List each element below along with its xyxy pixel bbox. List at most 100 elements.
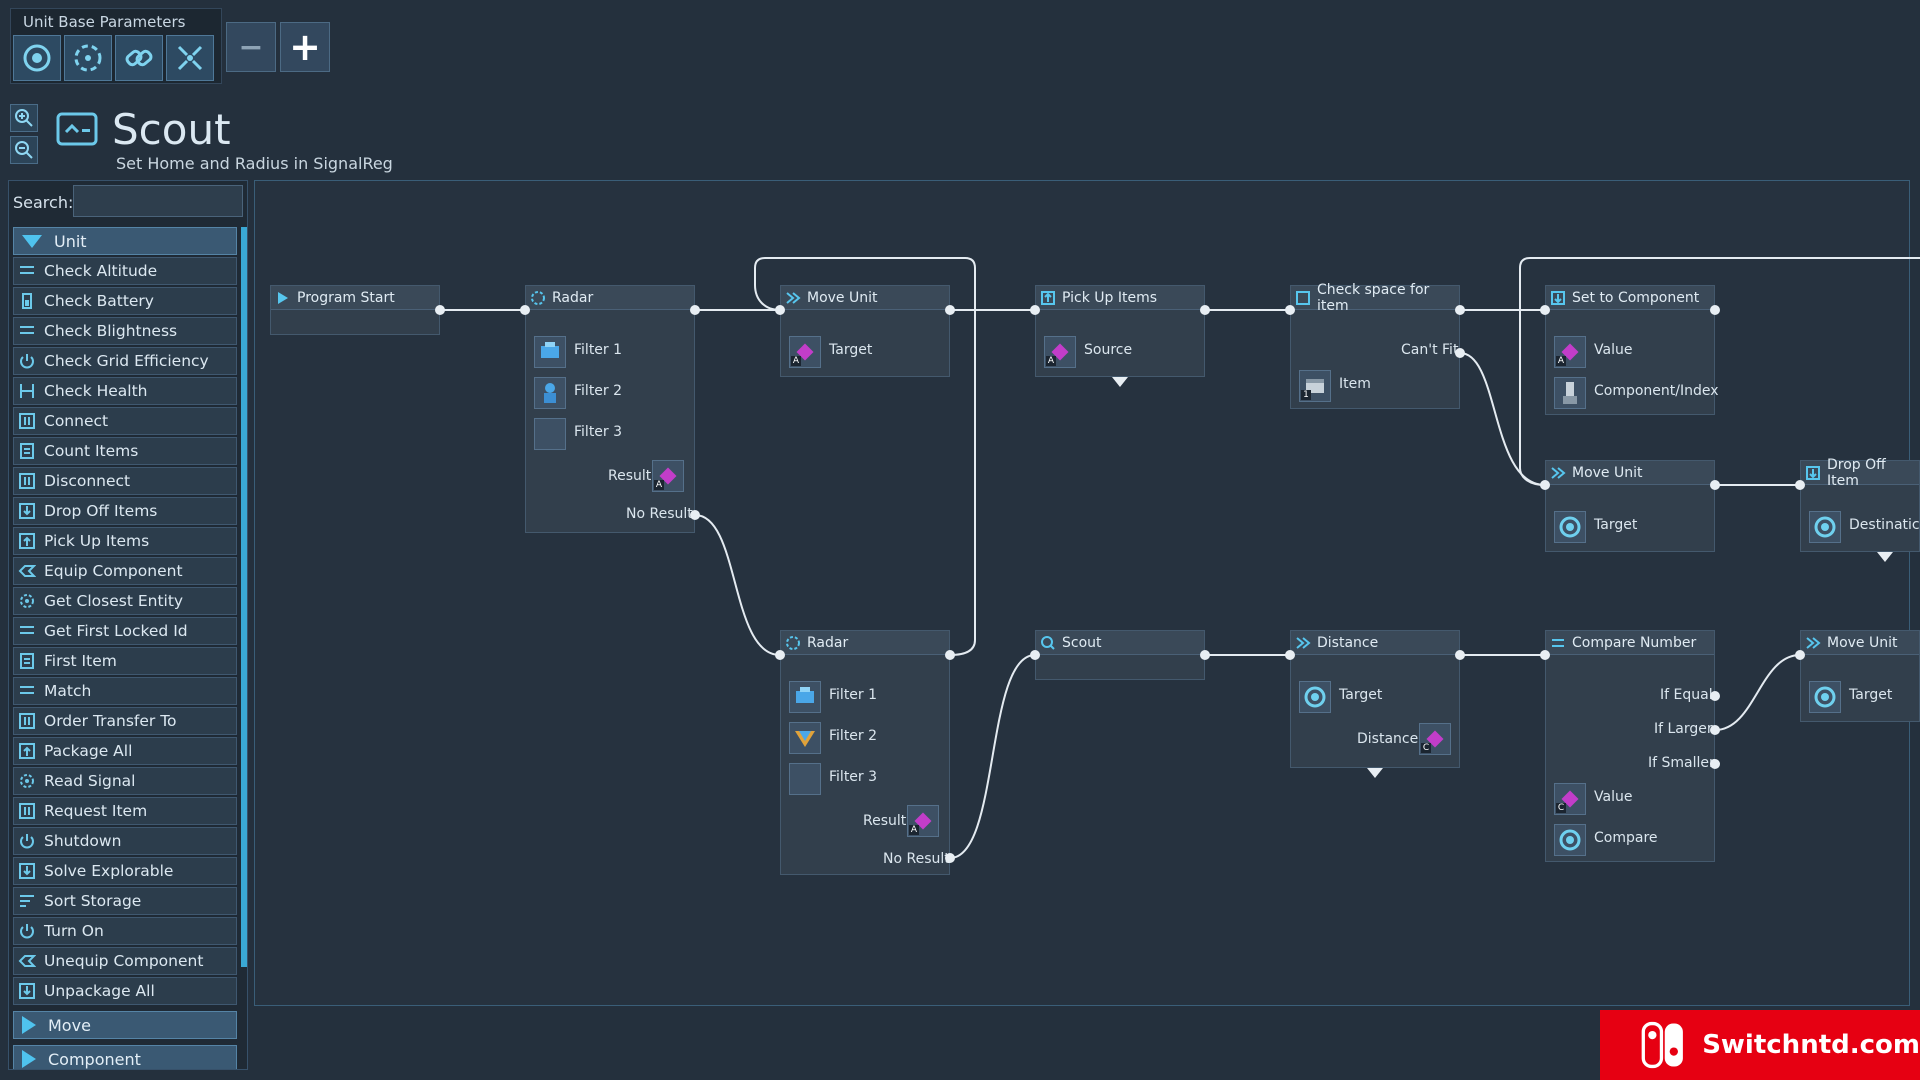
- sidebar-item-disconnect[interactable]: Disconnect: [13, 467, 237, 495]
- sidebar-item-sort-storage[interactable]: Sort Storage: [13, 887, 237, 915]
- exec-port[interactable]: [1540, 305, 1550, 315]
- if-smaller-port[interactable]: [1710, 759, 1720, 769]
- sidebar-item-check-grid-efficiency[interactable]: Check Grid Efficiency: [13, 347, 237, 375]
- sidebar-item-package-all[interactable]: Package All: [13, 737, 237, 765]
- sidebar-item-check-altitude[interactable]: Check Altitude: [13, 257, 237, 285]
- remove-param-button[interactable]: −: [226, 22, 276, 72]
- node-set-to-component[interactable]: Set to Component A Value Component/Index: [1545, 285, 1719, 415]
- no-result-port[interactable]: [945, 853, 955, 863]
- exec-port[interactable]: [1200, 650, 1210, 660]
- filter-3-slot[interactable]: [789, 763, 821, 795]
- exec-port[interactable]: [945, 305, 955, 315]
- category-component[interactable]: Component: [13, 1045, 237, 1069]
- zoom-in-button[interactable]: [10, 104, 38, 132]
- component-slot[interactable]: [1554, 377, 1586, 409]
- exec-port[interactable]: [1285, 305, 1295, 315]
- node-scout[interactable]: Scout: [1035, 630, 1205, 680]
- zoom-out-button[interactable]: [10, 136, 38, 164]
- node-compare-number[interactable]: Compare Number If Equal If Larger If Sma…: [1545, 630, 1715, 862]
- sidebar-item-check-blightness[interactable]: Check Blightness: [13, 317, 237, 345]
- sidebar-item-pick-up-items[interactable]: Pick Up Items: [13, 527, 237, 555]
- sidebar-item-request-item[interactable]: Request Item: [13, 797, 237, 825]
- node-move-unit-3[interactable]: Move Unit Target: [1800, 630, 1920, 722]
- sidebar-item-unpackage-all[interactable]: Unpackage All: [13, 977, 237, 1005]
- sidebar-item-get-closest-entity[interactable]: Get Closest Entity: [13, 587, 237, 615]
- sidebar-item-solve-explorable[interactable]: Solve Explorable: [13, 857, 237, 885]
- node-radar-1[interactable]: Radar Filter 1 Filter 2 Filter 3 Result …: [525, 285, 695, 533]
- category-move[interactable]: Move: [13, 1011, 237, 1039]
- sidebar-item-connect[interactable]: Connect: [13, 407, 237, 435]
- node-pick-up-items[interactable]: Pick Up Items A Source: [1035, 285, 1205, 377]
- node-distance[interactable]: Distance Target Distance C: [1290, 630, 1460, 768]
- exec-port[interactable]: [1540, 480, 1550, 490]
- node-check-space[interactable]: Check space for item Can't Fit 1 Item: [1290, 282, 1460, 409]
- exec-port[interactable]: [1795, 650, 1805, 660]
- sidebar-item-read-signal[interactable]: Read Signal: [13, 767, 237, 795]
- node-move-unit-2[interactable]: Move Unit Target: [1545, 460, 1715, 552]
- param-unit-button[interactable]: [13, 35, 61, 81]
- param-radar-button[interactable]: [64, 35, 112, 81]
- filter-1-slot[interactable]: [534, 336, 566, 368]
- node-move-unit-1[interactable]: Move Unit A Target: [780, 285, 950, 377]
- exec-port[interactable]: [775, 650, 785, 660]
- if-equal-port[interactable]: [1710, 691, 1720, 701]
- target-slot[interactable]: [1554, 511, 1586, 543]
- sidebar-item-first-item[interactable]: First Item: [13, 647, 237, 675]
- exec-port[interactable]: [1200, 305, 1210, 315]
- filter-2-slot[interactable]: [534, 377, 566, 409]
- filter-3-slot[interactable]: [534, 418, 566, 450]
- exec-port[interactable]: [1285, 650, 1295, 660]
- destination-slot[interactable]: [1809, 511, 1841, 543]
- target-slot[interactable]: A: [789, 336, 821, 368]
- param-link-button[interactable]: [115, 35, 163, 81]
- target-slot[interactable]: [1809, 681, 1841, 713]
- exec-port[interactable]: [1455, 650, 1465, 660]
- expand-arrow-icon[interactable]: [1367, 768, 1383, 778]
- exec-port[interactable]: [690, 305, 700, 315]
- exec-port[interactable]: [1710, 480, 1720, 490]
- node-radar-2[interactable]: Radar Filter 1 Filter 2 Filter 3 Result …: [780, 630, 950, 875]
- filter-2-slot[interactable]: [789, 722, 821, 754]
- param-scatter-button[interactable]: [166, 35, 214, 81]
- exec-port[interactable]: [1540, 650, 1550, 660]
- sidebar-item-unequip-component[interactable]: Unequip Component: [13, 947, 237, 975]
- sidebar-item-check-battery[interactable]: Check Battery: [13, 287, 237, 315]
- sidebar-item-turn-on[interactable]: Turn On: [13, 917, 237, 945]
- no-result-port[interactable]: [690, 510, 700, 520]
- node-program-start[interactable]: Program Start: [270, 285, 440, 335]
- compare-slot[interactable]: [1554, 824, 1586, 856]
- sidebar-item-count-items[interactable]: Count Items: [13, 437, 237, 465]
- exec-port[interactable]: [945, 650, 955, 660]
- exec-port[interactable]: [520, 305, 530, 315]
- exec-port[interactable]: [775, 305, 785, 315]
- node-drop-off-item[interactable]: Drop Off Item Destinatic: [1800, 457, 1920, 552]
- sidebar-item-match[interactable]: Match: [13, 677, 237, 705]
- sidebar-item-check-health[interactable]: Check Health: [13, 377, 237, 405]
- exec-port[interactable]: [1455, 305, 1465, 315]
- expand-arrow-icon[interactable]: [1877, 552, 1893, 562]
- result-register-slot[interactable]: A: [652, 460, 684, 492]
- source-slot[interactable]: A: [1044, 336, 1076, 368]
- value-slot[interactable]: C: [1554, 783, 1586, 815]
- item-slot[interactable]: 1: [1299, 370, 1331, 402]
- target-slot[interactable]: [1299, 681, 1331, 713]
- sidebar-item-equip-component[interactable]: Equip Component: [13, 557, 237, 585]
- sidebar-item-order-transfer-to[interactable]: Order Transfer To: [13, 707, 237, 735]
- value-slot[interactable]: A: [1554, 336, 1586, 368]
- expand-arrow-icon[interactable]: [1112, 377, 1128, 387]
- filter-1-slot[interactable]: [789, 681, 821, 713]
- if-larger-port[interactable]: [1710, 725, 1720, 735]
- distance-register-slot[interactable]: C: [1419, 723, 1451, 755]
- exec-port[interactable]: [1795, 480, 1805, 490]
- exec-port[interactable]: [435, 305, 445, 315]
- add-param-button[interactable]: +: [280, 22, 330, 72]
- exec-port[interactable]: [1710, 305, 1720, 315]
- sidebar-item-shutdown[interactable]: Shutdown: [13, 827, 237, 855]
- sidebar-item-get-first-locked-id[interactable]: Get First Locked Id: [13, 617, 237, 645]
- search-input[interactable]: [73, 185, 243, 217]
- result-register-slot[interactable]: A: [907, 805, 939, 837]
- sidebar-item-drop-off-items[interactable]: Drop Off Items: [13, 497, 237, 525]
- category-unit[interactable]: Unit: [13, 227, 237, 255]
- exec-port[interactable]: [1030, 650, 1040, 660]
- exec-port[interactable]: [1030, 305, 1040, 315]
